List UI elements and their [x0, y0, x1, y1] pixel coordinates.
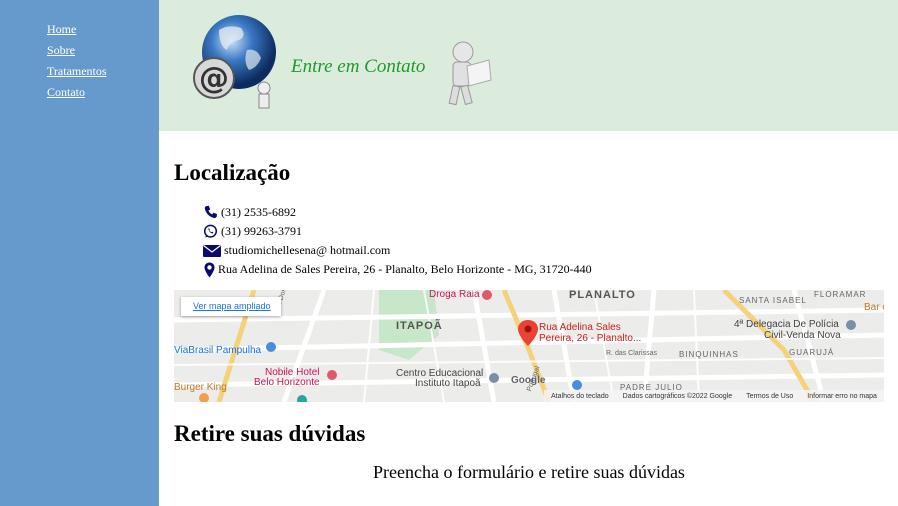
keyboard-shortcuts-link[interactable]: Atalhos do teclado — [551, 393, 609, 400]
map-label-delegacia-1: 4ª Delegacia De Polícia — [734, 319, 839, 330]
doubts-subtitle: Preencha o formulário e retire suas dúvi… — [373, 462, 685, 482]
map-label-floramar: FLORAMAR — [814, 290, 867, 299]
nav-item-sobre: Sobre — [47, 42, 107, 63]
nav-link-home[interactable]: Home — [47, 22, 76, 36]
globe-email-icon: @ — [193, 15, 276, 109]
map-pin-label: Rua Adelina Sales Pereira, 26 - Planalto… — [539, 322, 641, 344]
nav-item-home: Home — [47, 21, 107, 42]
contact-whatsapp: (31) 99263-3791 — [203, 222, 302, 241]
nav-link-contato[interactable]: Contato — [47, 85, 85, 99]
nav-list: Home Sobre Tratamentos Contato — [47, 21, 107, 105]
map-label-santa-isabel: SANTA ISABEL — [739, 296, 807, 305]
google-logo: Google — [511, 375, 546, 386]
map-pin-label-line-1: Rua Adelina Sales — [539, 322, 621, 333]
map-footer: Atalhos do teclado Dados cartográficos ©… — [544, 390, 884, 402]
nav-link-sobre[interactable]: Sobre — [47, 43, 75, 57]
map-label-nobile-2: Belo Horizonte — [254, 377, 320, 388]
banner-title: Entre em Contato — [291, 56, 426, 77]
map-label-binquinhas: BINQUINHAS — [679, 350, 739, 359]
map-label-clarissas: R. das Clarissas — [606, 350, 657, 357]
map-label-guaruja: GUARUJÁ — [789, 348, 835, 357]
nav-link-tratamentos[interactable]: Tratamentos — [47, 64, 107, 78]
nav-item-contato: Contato — [47, 84, 107, 105]
whatsapp-icon — [203, 224, 218, 238]
doubts-heading: Retire suas dúvidas — [174, 421, 366, 446]
phone-text: (31) 2535-6892 — [221, 205, 296, 219]
map-label-via-brasil: ViaBrasil Pampulha — [174, 345, 262, 356]
embedded-map[interactable]: Droga Raia PLANALTO SANTA ISABEL FLORAMA… — [174, 290, 884, 402]
address-text: Rua Adelina de Sales Pereira, 26 - Plana… — [218, 262, 592, 276]
map-label-itapoa: ITAPOÃ — [396, 320, 443, 332]
phone-icon — [204, 205, 218, 219]
contact-email: studiomichellesena@ hotmail.com — [203, 241, 390, 260]
email-text: studiomichellesena@ hotmail.com — [224, 243, 391, 257]
map-label-delegacia-2: Civil-Venda Nova — [764, 330, 841, 341]
header-banner: @ Entre em Contato — [159, 0, 898, 131]
contact-address: Rua Adelina de Sales Pereira, 26 - Plana… — [204, 260, 592, 279]
map-label-centro-2: Instituto Itapoã — [415, 378, 481, 389]
sidebar: Home Sobre Tratamentos Contato — [0, 0, 159, 506]
map-data-attribution: Dados cartográficos ©2022 Google — [622, 392, 733, 400]
map-marker-icon — [204, 262, 215, 277]
report-error-link[interactable]: Informar erro no mapa — [807, 393, 877, 400]
contact-phone: (31) 2535-6892 — [203, 203, 296, 222]
envelope-icon — [203, 244, 221, 257]
whatsapp-text: (31) 99263-3791 — [221, 224, 302, 238]
running-mail-figure-icon — [448, 41, 492, 106]
nav-item-tratamentos: Tratamentos — [47, 63, 107, 84]
map-label-bar: Bar c — [864, 302, 884, 313]
svg-text:@: @ — [199, 61, 229, 96]
map-label-droga-raia: Droga Raia — [429, 290, 480, 300]
terms-link[interactable]: Termos de Uso — [746, 393, 793, 400]
location-heading: Localização — [174, 160, 291, 185]
map-label-planalto: PLANALTO — [569, 290, 636, 301]
map-pin-label-line-2: Pereira, 26 - Planalto... — [539, 333, 642, 344]
view-larger-map-link[interactable]: Ver mapa ampliado — [181, 297, 281, 316]
map-label-burger-king: Burger King — [174, 382, 227, 393]
